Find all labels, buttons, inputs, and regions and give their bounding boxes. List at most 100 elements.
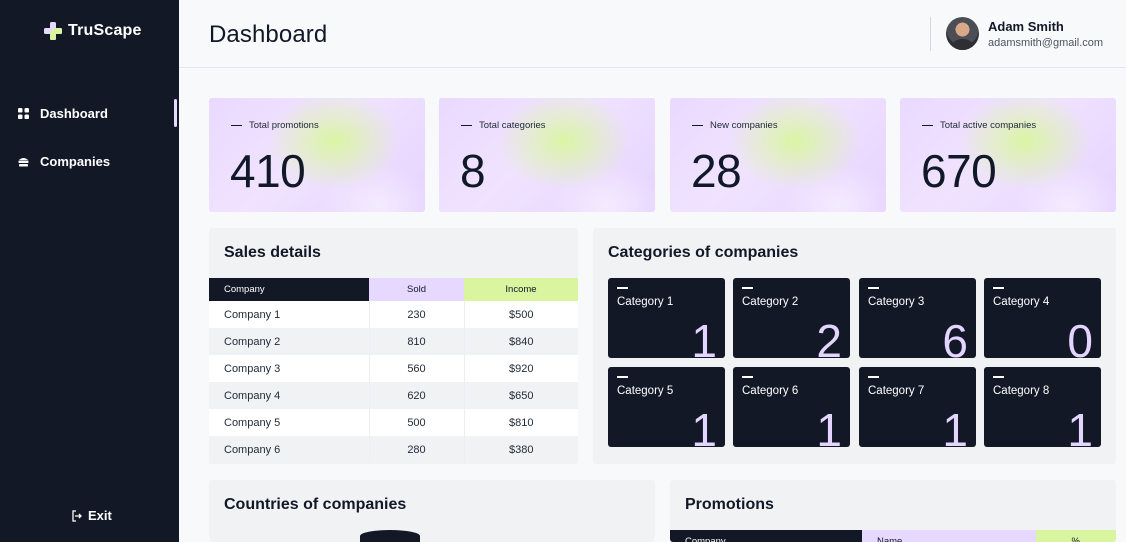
category-tile[interactable]: Category 4 0	[984, 278, 1101, 364]
cell-sold: 810	[368, 328, 465, 355]
category-tile[interactable]: Category 3 6	[859, 278, 976, 364]
category-label: Category 2	[742, 296, 799, 308]
column-header-company[interactable]: Company	[209, 278, 369, 301]
world-map	[360, 530, 420, 542]
tile-dash	[868, 376, 879, 378]
stat-value: 8	[460, 145, 486, 197]
page-title: Dashboard	[209, 21, 328, 48]
building-icon	[18, 157, 29, 166]
exit-label: Exit	[88, 508, 112, 523]
column-header-company[interactable]: Company	[670, 530, 862, 542]
tile-dash	[993, 376, 1004, 378]
user-email: adamsmith@gmail.com	[988, 37, 1104, 49]
tile-dash	[617, 287, 628, 289]
stat-card-new-companies: New companies 28	[670, 98, 886, 212]
category-count: 0	[1067, 315, 1093, 367]
category-label: Category 8	[993, 385, 1050, 397]
sidebar-item-label: Companies	[40, 153, 111, 169]
category-label: Category 5	[617, 385, 674, 397]
stat-label: New companies	[692, 120, 778, 131]
column-header-percent[interactable]: %	[1036, 530, 1116, 542]
tile-dash	[868, 287, 879, 289]
header-divider	[930, 17, 931, 51]
cell-sold: 560	[368, 355, 465, 382]
cell-company: Company 3	[209, 355, 369, 382]
cell-income: $380	[464, 436, 578, 463]
sidebar-item-label: Dashboard	[40, 105, 108, 121]
tile-dash	[617, 376, 628, 378]
panel-title: Sales details	[224, 244, 321, 261]
cell-income: $920	[464, 355, 578, 382]
panel-title: Categories of companies	[608, 244, 799, 261]
sidebar: TruScape Dashboard Companies Exit	[0, 0, 179, 542]
user-name: Adam Smith	[988, 19, 1064, 34]
table-row[interactable]: Company 6 280 $380	[209, 436, 578, 463]
category-label: Category 6	[742, 385, 799, 397]
category-tile[interactable]: Category 2 2	[733, 278, 850, 364]
category-count: 1	[942, 404, 968, 456]
tile-dash	[742, 376, 753, 378]
brand-name: TruScape	[68, 22, 142, 39]
categories-panel: Categories of companies Category 1 1 Cat…	[593, 228, 1116, 464]
column-header-income[interactable]: Income	[464, 278, 578, 301]
stat-card-total-categories: Total categories 8	[439, 98, 655, 212]
category-tile[interactable]: Category 1 1	[608, 278, 725, 364]
cell-company: Company 5	[209, 409, 369, 436]
top-header: Dashboard Adam Smith adamsmith@gmail.com	[179, 0, 1126, 68]
stat-label: Total categories	[461, 120, 546, 131]
stat-card-total-promotions: Total promotions 410	[209, 98, 425, 212]
sales-details-panel: Sales details Company Sold Income Compan…	[209, 228, 578, 464]
cell-income: $650	[464, 382, 578, 409]
cell-income: $840	[464, 328, 578, 355]
grid-icon	[18, 107, 29, 119]
category-tile[interactable]: Category 7 1	[859, 367, 976, 453]
promotions-panel: Promotions Company Name %	[670, 480, 1116, 542]
sidebar-item-companies[interactable]: Companies	[18, 148, 179, 174]
category-label: Category 1	[617, 296, 674, 308]
stat-label: Total active companies	[922, 120, 1036, 131]
cell-company: Company 1	[209, 301, 369, 328]
column-header-sold[interactable]: Sold	[369, 278, 464, 301]
table-row[interactable]: Company 5 500 $810	[209, 409, 578, 436]
promotions-table-header: Company Name %	[670, 530, 1116, 542]
category-label: Category 4	[993, 296, 1050, 308]
table-row[interactable]: Company 2 810 $840	[209, 328, 578, 355]
tile-dash	[993, 287, 1004, 289]
countries-panel: Countries of companies	[209, 480, 655, 542]
table-row[interactable]: Company 4 620 $650	[209, 382, 578, 409]
stat-label: Total promotions	[231, 120, 319, 131]
category-count: 1	[816, 404, 842, 456]
category-count: 2	[816, 315, 842, 367]
stat-value: 410	[230, 145, 306, 197]
cell-sold: 280	[368, 436, 465, 463]
exit-button[interactable]: Exit	[71, 508, 112, 523]
panel-title: Promotions	[685, 496, 774, 513]
cell-company: Company 6	[209, 436, 369, 463]
cell-sold: 620	[368, 382, 465, 409]
category-tile[interactable]: Category 5 1	[608, 367, 725, 453]
cell-sold: 230	[368, 301, 465, 328]
category-count: 6	[942, 315, 968, 367]
category-count: 1	[1067, 404, 1093, 456]
table-header-row: Company Sold Income	[209, 278, 578, 301]
avatar[interactable]	[946, 17, 979, 50]
cross-logo-icon	[44, 22, 62, 40]
cell-sold: 500	[368, 409, 465, 436]
brand-logo[interactable]: TruScape	[44, 22, 142, 40]
category-tile[interactable]: Category 6 1	[733, 367, 850, 453]
cell-income: $500	[464, 301, 578, 328]
sidebar-item-dashboard[interactable]: Dashboard	[18, 99, 179, 127]
stat-card-total-active-companies: Total active companies 670	[900, 98, 1116, 212]
column-header-name[interactable]: Name	[862, 530, 1036, 542]
sales-table: Company Sold Income Company 1 230 $500 C…	[209, 278, 578, 463]
cell-income: $810	[464, 409, 578, 436]
category-count: 1	[691, 404, 717, 456]
table-row[interactable]: Company 1 230 $500	[209, 301, 578, 328]
category-tile[interactable]: Category 8 1	[984, 367, 1101, 453]
tile-dash	[742, 287, 753, 289]
stat-value: 670	[921, 145, 997, 197]
table-row[interactable]: Company 3 560 $920	[209, 355, 578, 382]
exit-icon	[72, 509, 82, 522]
category-label: Category 3	[868, 296, 925, 308]
cell-company: Company 2	[209, 328, 369, 355]
